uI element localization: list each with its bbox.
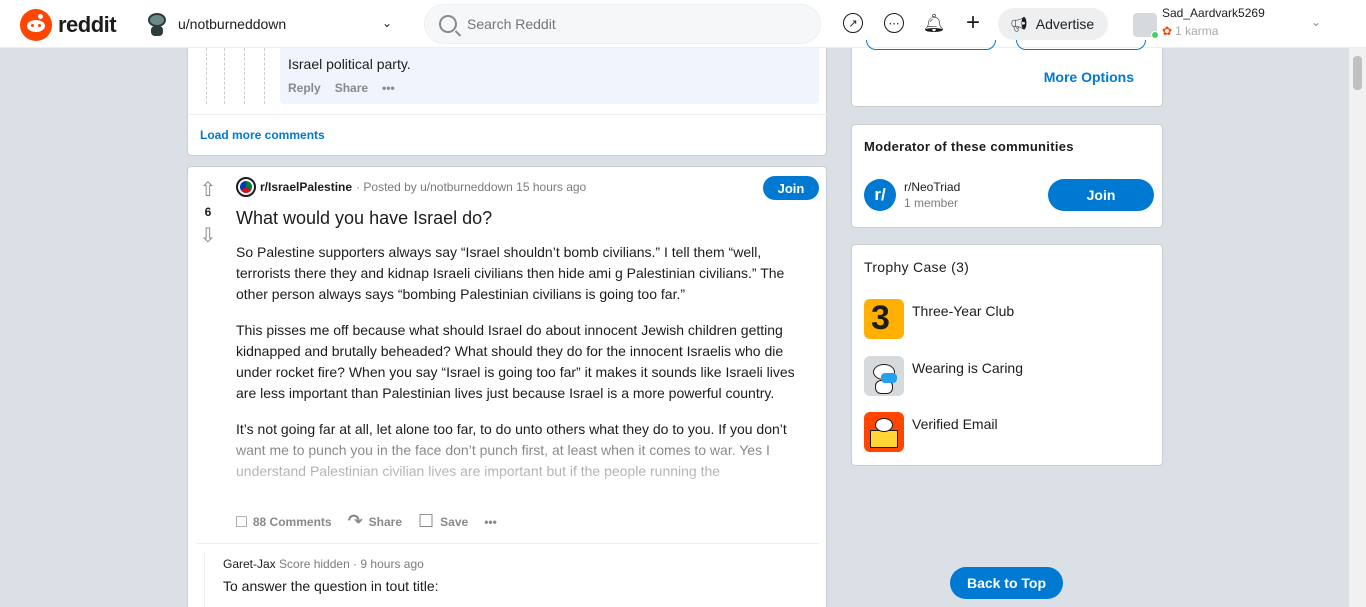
logo-text: reddit [58,12,117,37]
post-paragraph: This pisses me off because what should I… [236,322,795,401]
notification-bell-icon[interactable]: 🔔︎ [923,12,946,34]
post-meta: r/IsraelPalestine · Posted by u/notburne… [236,177,586,197]
reddit-snoo-icon [20,9,52,41]
subreddit-link[interactable]: r/IsraelPalestine [260,180,352,194]
save-button[interactable]: ☐ Save [418,511,468,532]
downvote-arrow-icon[interactable]: ⇩ [196,223,220,247]
share-button[interactable]: ↷ Share [348,511,402,532]
thread-lines [206,48,266,104]
join-community-button[interactable]: Join [1048,179,1154,211]
account-username: Sad_Aardvark5269 [1162,6,1265,20]
share-button[interactable]: Share [335,81,368,95]
post-paragraph: So Palestine supporters always say “Isra… [236,244,785,302]
top-navbar: reddit u/notburneddown ⌄ ↗ ⋯ 🔔︎ + 📢︎ Adv… [0,0,1366,48]
advertise-button[interactable]: 📢︎ Advertise [998,8,1108,40]
feed-switcher-label: u/notburneddown [178,16,287,32]
upvote-arrow-icon[interactable]: ⇧ [196,177,220,201]
community-members: 1 member [904,196,959,210]
comment-text: Israel political party. [288,56,411,72]
reddit-logo[interactable]: reddit [20,9,117,41]
reply-text: To answer the question in tout title: [223,578,439,594]
chevron-down-icon: ⌄ [1311,15,1322,29]
more-options-icon[interactable]: ••• [484,515,497,529]
wearing-is-caring-icon [864,356,904,396]
page-scrollbar[interactable] [1349,48,1366,607]
trophy-item: Verified Email [864,412,998,452]
reply-score-time: Score hidden · 9 hours ago [279,557,424,571]
thread-line [204,553,205,607]
divider [188,114,828,115]
divider [196,543,820,544]
verified-email-icon [864,412,904,452]
advertise-label: Advertise [1035,16,1095,32]
reply-author[interactable]: Garet-Jax [223,557,276,571]
account-karma: ✿ 1 karma [1162,24,1219,38]
more-options-icon[interactable]: ••• [382,81,395,95]
reply-meta: Garet-Jax Score hidden · 9 hours ago [223,557,424,571]
feed-switcher[interactable]: u/notburneddown ⌄ [146,8,406,40]
moderator-heading: Moderator of these communities [864,139,1074,154]
text-fade-overlay [236,437,816,503]
karma-icon: ✿ [1162,24,1173,38]
trophy-item: Wearing is Caring [864,356,1023,396]
search-bar[interactable] [424,4,821,44]
three-year-club-icon: 3 [864,299,904,339]
load-more-comments-link[interactable]: Load more comments [200,128,325,142]
chevron-down-icon: ⌄ [381,16,392,30]
post-title[interactable]: What would you have Israel do? [236,208,492,229]
search-icon [439,15,457,33]
trophy-name: Verified Email [912,416,998,432]
trophy-name: Three-Year Club [912,303,1015,319]
subreddit-icon[interactable] [236,177,256,197]
reply-button[interactable]: Reply [288,81,321,95]
vote-column: ⇧ 6 ⇩ [196,177,220,247]
megaphone-icon: 📢︎ [1010,15,1028,32]
profile-buttons-partial [866,40,1146,52]
back-to-top-button[interactable]: Back to Top [950,567,1063,599]
create-post-plus-icon[interactable]: + [962,9,984,36]
bookmark-icon: ☐ [418,511,435,531]
account-menu[interactable]: Sad_Aardvark5269 ✿ 1 karma ⌄ [1131,5,1331,43]
profile-options-card: More Options [851,40,1163,107]
online-status-dot [1151,31,1159,39]
search-input[interactable] [467,16,797,32]
posted-by: · Posted by u/notburneddown 15 hours ago [356,180,587,194]
post-score: 6 [204,205,212,219]
comments-section: Israel political party. Reply Share ••• … [187,48,828,156]
highlighted-comment: Israel political party. Reply Share ••• [280,48,819,104]
share-arrow-icon: ↷ [347,511,363,531]
trophy-item: 3 Three-Year Club [864,299,1014,339]
popular-icon[interactable]: ↗ [842,12,864,34]
scrollbar-thumb[interactable] [1353,56,1362,90]
chat-icon[interactable]: ⋯ [883,12,905,34]
more-options-link[interactable]: More Options [1044,69,1134,85]
trophy-case-card: Trophy Case (3) 3 Three-Year Club Wearin… [851,244,1163,466]
post-card: ⇧ 6 ⇩ r/IsraelPalestine · Posted by u/no… [187,166,827,607]
community-name[interactable]: r/NeoTriad [904,180,960,194]
community-icon[interactable]: r/ [864,179,896,211]
join-subreddit-button[interactable]: Join [763,176,819,200]
moderator-card: Moderator of these communities r/ r/NeoT… [851,124,1163,228]
post-actions: □ 88 Comments ↷ Share ☐ Save ••• [236,511,513,532]
trophy-name: Wearing is Caring [912,360,1024,376]
user-avatar-icon [146,11,168,37]
comments-button[interactable]: □ 88 Comments [236,511,332,532]
trophy-heading: Trophy Case (3) [864,259,970,275]
comment-icon: □ [236,511,247,531]
